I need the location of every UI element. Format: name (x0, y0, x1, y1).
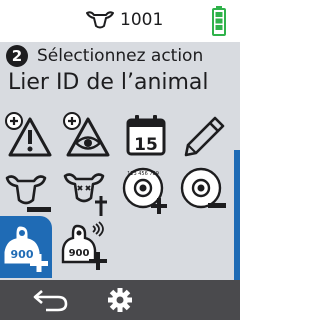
action-header: 2 Sélectionnez action Lier ID de l’anima… (0, 42, 240, 102)
tag-number-eid: 900 (69, 248, 90, 259)
tag-number: 900 (11, 248, 34, 261)
action-grid: 15 123 456 789 900 900 (0, 102, 232, 280)
calendar-icon: 15 (126, 115, 166, 156)
scrollbar[interactable] (232, 102, 240, 280)
remove-eid-tag-button[interactable] (177, 166, 229, 218)
cow-head-icon (86, 11, 114, 29)
cow-minus-icon (5, 175, 51, 212)
ear-tag-wireless-plus-icon: 900 (61, 221, 107, 270)
step-badge: 2 (6, 45, 28, 67)
back-arrow-icon[interactable] (30, 288, 70, 312)
eye-warning-plus-icon (63, 112, 110, 157)
status-bar: 1001 (0, 0, 240, 42)
eid-sample-number: 123 456 789 (127, 171, 159, 177)
scroll-thumb[interactable] (234, 150, 240, 280)
link-eid-visual-id-button[interactable]: 900 (61, 220, 113, 272)
remove-animal-button[interactable] (3, 166, 55, 218)
eid-tag-minus-icon (180, 167, 226, 209)
gear-icon[interactable] (106, 287, 134, 313)
eid-tag-plus-icon: 123 456 789 (122, 167, 167, 214)
battery-icon (212, 6, 226, 36)
page-title: Lier ID de l’animal (8, 70, 209, 95)
animal-count: 1001 (120, 10, 164, 30)
warning-plus-icon (5, 112, 52, 157)
dead-animal-button[interactable] (61, 166, 113, 218)
dead-cow-cross-icon (63, 173, 107, 216)
add-alert-button[interactable] (3, 110, 55, 162)
bottom-bar (0, 280, 240, 320)
edit-button[interactable] (177, 110, 229, 162)
ear-tag-plus-icon: 900 (3, 225, 48, 272)
header-subtitle: Sélectionnez action (37, 46, 204, 66)
link-visual-id-button[interactable]: 900 (0, 216, 52, 278)
add-eid-tag-button[interactable]: 123 456 789 (119, 166, 171, 218)
calendar-day: 15 (134, 135, 158, 155)
pencil-icon (184, 116, 225, 157)
add-observation-button[interactable] (61, 110, 113, 162)
calendar-button[interactable]: 15 (119, 110, 171, 162)
